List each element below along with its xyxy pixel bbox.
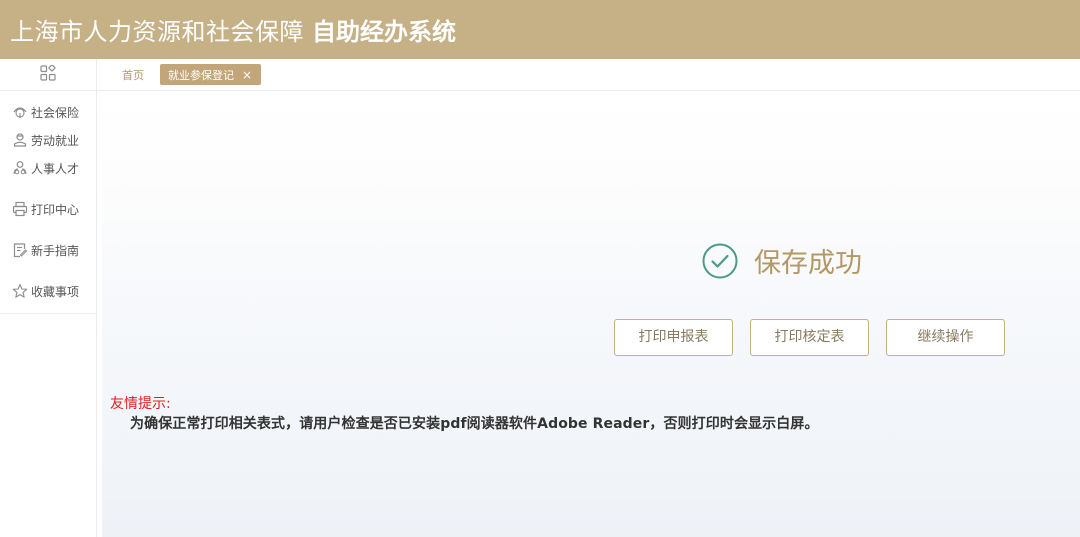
continue-button[interactable]: 继续操作 xyxy=(886,319,1005,356)
sidebar-item-label: 打印中心 xyxy=(31,202,80,217)
main-content: 保存成功 打印申报表 打印核定表 继续操作 友情提示: 为确保正常打印相关表式，… xyxy=(102,96,1080,537)
sidebar-menu: 社会保险 劳动就业 人事人才 打印中心 新手指南 收藏事项 xyxy=(0,91,96,314)
sidebar-item-label: 劳动就业 xyxy=(31,133,80,148)
sidebar-item-label: 人事人才 xyxy=(31,161,80,176)
sidebar-item-guide[interactable]: 新手指南 xyxy=(0,236,96,264)
check-circle-icon xyxy=(702,243,738,279)
sidebar: 社会保险 劳动就业 人事人才 打印中心 新手指南 收藏事项 xyxy=(0,59,97,537)
people-icon xyxy=(12,160,28,176)
sidebar-item-label: 新手指南 xyxy=(31,243,80,258)
print-verification-button[interactable]: 打印核定表 xyxy=(750,319,869,356)
tip-text: 为确保正常打印相关表式，请用户检查是否已安装pdf阅读器软件Adobe Read… xyxy=(130,416,819,432)
app-title: 上海市人力资源和社会保障 xyxy=(10,18,304,46)
close-icon[interactable]: × xyxy=(242,68,252,82)
sidebar-item-favorites[interactable]: 收藏事项 xyxy=(0,277,96,305)
sidebar-toggle[interactable] xyxy=(0,59,96,91)
worker-icon xyxy=(12,132,28,148)
app-subtitle: 自助经办系统 xyxy=(312,18,456,46)
sidebar-item-label: 收藏事项 xyxy=(31,284,80,299)
guide-icon xyxy=(12,242,28,258)
sidebar-item-personnel[interactable]: 人事人才 xyxy=(0,154,96,182)
tip-title: 友情提示: xyxy=(110,396,171,412)
tab-home[interactable]: 首页 xyxy=(122,67,144,83)
tab-label: 就业参保登记 xyxy=(168,68,234,82)
sidebar-item-label: 社会保险 xyxy=(31,105,80,120)
tab-employment-registration[interactable]: 就业参保登记 × xyxy=(160,64,262,85)
sidebar-item-print-center[interactable]: 打印中心 xyxy=(0,195,96,223)
success-message: 保存成功 xyxy=(702,241,862,280)
printer-icon xyxy=(12,201,28,217)
print-declaration-button[interactable]: 打印申报表 xyxy=(614,319,733,356)
tab-bar: 首页 就业参保登记 × xyxy=(97,59,1080,91)
umbrella-icon xyxy=(12,104,28,120)
app-header: 上海市人力资源和社会保障 自助经办系统 xyxy=(0,0,1080,59)
sidebar-item-social-insurance[interactable]: 社会保险 xyxy=(0,98,96,126)
sidebar-item-employment[interactable]: 劳动就业 xyxy=(0,126,96,154)
grid-apps-icon[interactable] xyxy=(40,63,56,85)
star-icon xyxy=(12,283,28,299)
success-text: 保存成功 xyxy=(754,248,862,279)
